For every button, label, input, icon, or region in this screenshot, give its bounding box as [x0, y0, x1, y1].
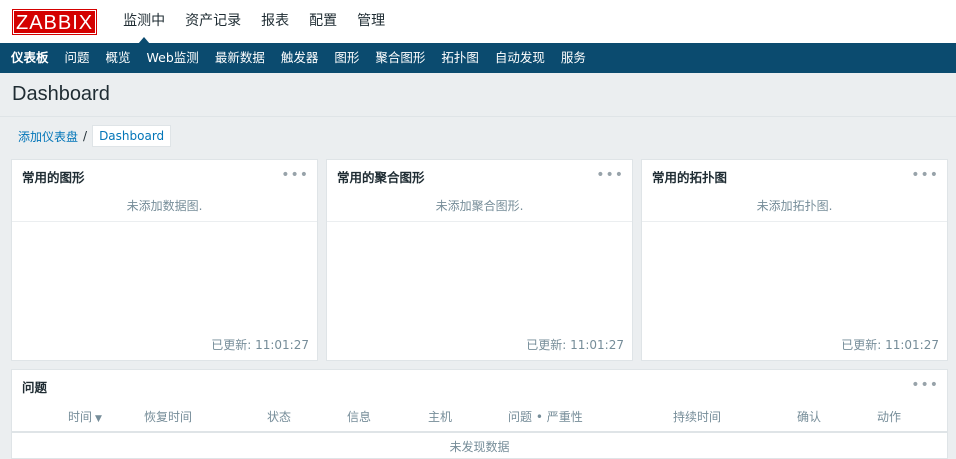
widget-title: 常用的拓扑图: [652, 169, 728, 185]
submenu-graphs[interactable]: 图形: [326, 43, 367, 73]
breadcrumb-separator: /: [83, 129, 88, 143]
widget-empty-message: 未添加拓扑图.: [642, 192, 947, 222]
breadcrumb-current[interactable]: Dashboard: [92, 125, 172, 147]
widget-menu-icon[interactable]: •••: [911, 167, 939, 183]
widget-header: 常用的图形 •••: [12, 160, 317, 192]
submenu-services[interactable]: 服务: [553, 43, 594, 73]
sort-desc-icon: ▼: [95, 414, 102, 424]
widget-header: 问题 •••: [12, 370, 947, 402]
widget-problems: 问题 ••• 时间 ▼ 恢复时间 状态 信息 主机 问题 • 严重性 持续时间 确…: [11, 369, 948, 459]
sub-menu: 仪表板 问题 概览 Web监测 最新数据 触发器 图形 聚合图形 拓扑图 自动发…: [0, 43, 956, 73]
widget-title: 常用的聚合图形: [337, 169, 425, 185]
widget-empty-message: 未添加数据图.: [12, 192, 317, 222]
widget-menu-icon[interactable]: •••: [281, 167, 309, 183]
column-info: 信息: [347, 402, 428, 433]
problems-empty-message: 未发现数据: [449, 440, 510, 454]
widget-header: 常用的聚合图形 •••: [327, 160, 632, 192]
problems-table: 时间 ▼ 恢复时间 状态 信息 主机 问题 • 严重性 持续时间 确认 动作: [12, 402, 947, 433]
submenu-maps[interactable]: 拓扑图: [433, 43, 487, 73]
table-header-row: 时间 ▼ 恢复时间 状态 信息 主机 问题 • 严重性 持续时间 确认 动作: [12, 402, 947, 433]
menu-inventory[interactable]: 资产记录: [175, 0, 251, 43]
widget-favourite-screens: 常用的聚合图形 ••• 未添加聚合图形. 已更新: 11:01:27: [326, 159, 633, 361]
column-time[interactable]: 时间 ▼: [12, 402, 144, 433]
submenu-dashboard[interactable]: 仪表板: [3, 43, 57, 73]
widget-header: 常用的拓扑图 •••: [642, 160, 947, 192]
top-bar: ZABBIX 监测中 资产记录 报表 配置 管理: [0, 0, 956, 44]
widget-title: 常用的图形: [22, 169, 85, 185]
menu-reports[interactable]: 报表: [251, 0, 299, 43]
main-menu: 监测中 资产记录 报表 配置 管理: [113, 0, 395, 44]
widget-favourite-maps: 常用的拓扑图 ••• 未添加拓扑图. 已更新: 11:01:27: [641, 159, 948, 361]
column-actions: 动作: [877, 402, 947, 433]
submenu-discovery[interactable]: 自动发现: [487, 43, 553, 73]
page-header: Dashboard: [0, 73, 956, 117]
menu-administration[interactable]: 管理: [347, 0, 395, 43]
column-host: 主机: [428, 402, 508, 433]
column-problem-severity[interactable]: 问题 • 严重性: [508, 402, 673, 433]
column-ack: 确认: [797, 402, 877, 433]
submenu-triggers[interactable]: 触发器: [273, 43, 327, 73]
breadcrumb-add-dashboard[interactable]: 添加仪表盘: [18, 128, 78, 145]
widget-updated-time: 已更新: 11:01:27: [211, 338, 309, 352]
submenu-screens[interactable]: 聚合图形: [367, 43, 433, 73]
submenu-problems[interactable]: 问题: [57, 43, 98, 73]
submenu-overview[interactable]: 概览: [98, 43, 139, 73]
column-recovery-time: 恢复时间: [144, 402, 267, 433]
page-title: Dashboard: [12, 83, 110, 105]
breadcrumb: 添加仪表盘 / Dashboard: [0, 117, 956, 155]
menu-monitoring[interactable]: 监测中: [113, 0, 175, 44]
widget-title: 问题: [22, 379, 48, 395]
zabbix-logo[interactable]: ZABBIX: [12, 8, 98, 35]
widget-favourite-graphs: 常用的图形 ••• 未添加数据图. 已更新: 11:01:27: [11, 159, 318, 361]
widget-updated-time: 已更新: 11:01:27: [526, 338, 624, 352]
submenu-latest-data[interactable]: 最新数据: [207, 43, 273, 73]
widget-menu-icon[interactable]: •••: [911, 377, 939, 393]
column-status: 状态: [267, 402, 347, 433]
menu-configuration[interactable]: 配置: [299, 0, 347, 43]
widget-empty-message: 未添加聚合图形.: [327, 192, 632, 222]
column-duration: 持续时间: [673, 402, 797, 433]
widget-updated-time: 已更新: 11:01:27: [841, 338, 939, 352]
submenu-web[interactable]: Web监测: [139, 43, 207, 73]
widget-menu-icon[interactable]: •••: [596, 167, 624, 183]
